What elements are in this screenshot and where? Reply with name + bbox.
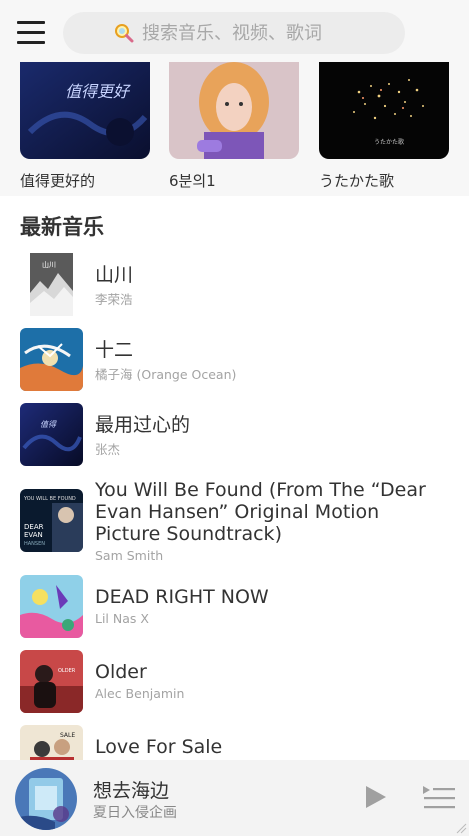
album-title: うたかた歌 bbox=[319, 172, 395, 190]
svg-text:值得更好: 值得更好 bbox=[65, 82, 131, 101]
svg-text:山川: 山川 bbox=[42, 260, 56, 269]
album-title: 值得更好的 bbox=[20, 172, 96, 190]
song-row[interactable]: 十二 橘子海 (Orange Ocean) bbox=[0, 325, 469, 400]
playlist-icon[interactable] bbox=[421, 782, 455, 812]
song-info: 十二 橘子海 (Orange Ocean) bbox=[95, 339, 435, 383]
svg-text:YOU WILL BE FOUND: YOU WILL BE FOUND bbox=[23, 496, 76, 502]
song-cover bbox=[20, 328, 83, 391]
song-row[interactable]: OLDER Older Alec Benjamin bbox=[0, 645, 469, 720]
song-artist: 橘子海 (Orange Ocean) bbox=[95, 367, 237, 382]
menu-icon-line bbox=[17, 31, 45, 34]
song-title: You Will Be Found (From The “Dear Evan H… bbox=[95, 479, 426, 545]
search-input[interactable] bbox=[140, 21, 354, 45]
song-row[interactable]: 值得 最用过心的 张杰 bbox=[0, 400, 469, 485]
menu-button[interactable] bbox=[17, 19, 45, 45]
song-info: Older Alec Benjamin bbox=[95, 661, 435, 701]
svg-text:EVAN: EVAN bbox=[24, 531, 43, 539]
svg-text:HANSEN: HANSEN bbox=[24, 541, 45, 547]
svg-text:值得: 值得 bbox=[40, 420, 57, 429]
menu-icon-line bbox=[17, 41, 45, 44]
album-title: 6분의1 bbox=[169, 172, 216, 190]
song-title: 十二 bbox=[95, 339, 134, 361]
song-info: 山川 李荣浩 bbox=[95, 264, 435, 308]
song-row[interactable]: 山川 山川 李荣浩 bbox=[0, 250, 469, 325]
mini-player[interactable]: 想去海边 夏日入侵企画 bbox=[0, 760, 469, 836]
song-cover bbox=[20, 575, 83, 638]
search-bar[interactable] bbox=[63, 12, 405, 54]
song-row[interactable]: SALE Love For Sale bbox=[0, 720, 469, 760]
album-carousel: 值得更好 值得更好的 6분의1 うたかた歌 うたかた歌 bbox=[0, 62, 469, 196]
song-list: 山川 山川 李荣浩 十二 橘子海 (Orange Ocean) 值得 最用过心的… bbox=[0, 250, 469, 760]
song-artist: Alec Benjamin bbox=[95, 686, 185, 701]
now-playing-artist: 夏日入侵企画 bbox=[93, 805, 177, 821]
song-info: 最用过心的 张杰 bbox=[95, 414, 435, 458]
song-title: DEAD RIGHT NOW bbox=[95, 586, 269, 608]
menu-icon-line bbox=[17, 21, 45, 24]
album-cover: うたかた歌 bbox=[319, 62, 449, 159]
album-cover: 值得更好 bbox=[20, 62, 150, 159]
svg-text:うたかた歌: うたかた歌 bbox=[374, 138, 404, 146]
top-bar bbox=[0, 0, 469, 62]
search-icon bbox=[115, 24, 134, 43]
player-cover[interactable] bbox=[15, 768, 77, 830]
svg-text:SALE: SALE bbox=[60, 732, 75, 739]
album-card[interactable]: うたかた歌 うたかた歌 bbox=[319, 62, 449, 191]
now-playing-title: 想去海边 bbox=[93, 780, 170, 802]
album-card[interactable]: 6분의1 bbox=[169, 62, 299, 191]
song-cover: 值得 bbox=[20, 403, 83, 466]
play-icon[interactable] bbox=[360, 782, 390, 812]
svg-text:DEAR: DEAR bbox=[24, 523, 44, 531]
resize-grip-icon[interactable] bbox=[455, 822, 467, 834]
song-row[interactable]: DEAD RIGHT NOW Lil Nas X bbox=[0, 570, 469, 645]
album-cover bbox=[169, 62, 299, 159]
song-artist: 张杰 bbox=[95, 442, 121, 457]
song-artist: Sam Smith bbox=[95, 548, 164, 563]
song-cover: YOU WILL BE FOUND DEAR EVAN HANSEN bbox=[20, 489, 83, 552]
song-title: Love For Sale bbox=[95, 736, 223, 758]
song-info: DEAD RIGHT NOW Lil Nas X bbox=[95, 586, 435, 626]
song-title: 最用过心的 bbox=[95, 414, 191, 436]
song-artist: 李荣浩 bbox=[95, 292, 133, 307]
song-cover: 山川 bbox=[20, 253, 83, 316]
svg-text:OLDER: OLDER bbox=[58, 668, 76, 674]
album-card[interactable]: 值得更好 值得更好的 bbox=[20, 62, 150, 191]
song-cover: OLDER bbox=[20, 650, 83, 713]
song-title: 山川 bbox=[95, 264, 134, 286]
song-row[interactable]: YOU WILL BE FOUND DEAR EVAN HANSEN You W… bbox=[0, 479, 469, 570]
song-info: You Will Be Found (From The “Dear Evan H… bbox=[95, 479, 435, 563]
song-artist: Lil Nas X bbox=[95, 611, 149, 626]
song-title: Older bbox=[95, 661, 147, 683]
section-title: 最新音乐 bbox=[20, 215, 104, 239]
song-info: Love For Sale bbox=[95, 736, 435, 760]
song-cover: SALE bbox=[20, 725, 83, 760]
